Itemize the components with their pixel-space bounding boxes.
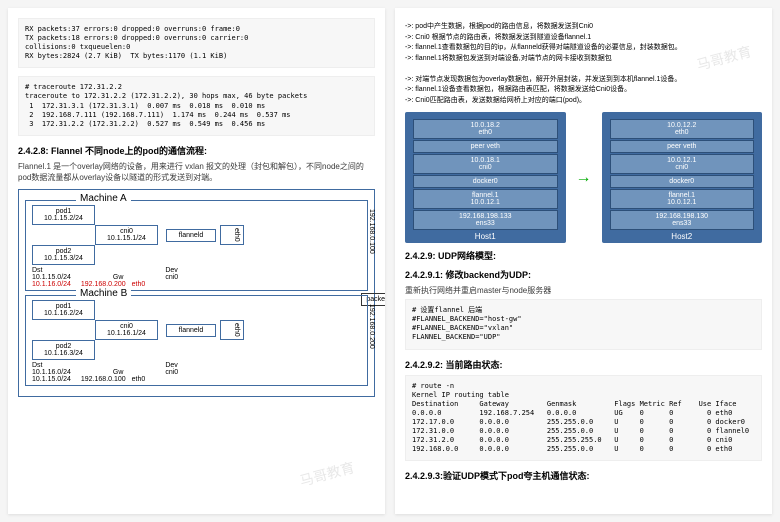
flanneld-a: flanneld xyxy=(166,229,216,242)
machine-diagram: Machine A 192.168.0.100 pod1 10.1.15.2/2… xyxy=(18,189,375,397)
eth0-b: eth0 xyxy=(220,320,244,340)
backend-code: # 设置flannel 后端 #FLANNEL_BACKEND="host-gw… xyxy=(405,299,762,349)
section-24292: 2.4.2.9.2: 当前路由状态: xyxy=(405,358,762,371)
machine-b: Machine B 192.168.0.200 pod1 10.1.16.2/2… xyxy=(25,295,368,386)
pod1-a: pod1 10.1.15.2/24 xyxy=(32,205,95,225)
dst2-b: 10.1.15.0/24 xyxy=(32,376,71,383)
page-left: RX packets:37 errors:0 dropped:0 overrun… xyxy=(8,8,385,514)
machine-a-title: Machine A xyxy=(76,193,131,204)
route-code: # route -n Kernel IP routing table Desti… xyxy=(405,375,762,462)
machine-a: Machine A 192.168.0.100 pod1 10.1.15.2/2… xyxy=(25,200,368,291)
dst-a: Dst 10.1.15.0/24 xyxy=(32,267,71,281)
flannel-desc: Flannel.1 是一个overlay网络的设备，用来进行 vxlan 报文的… xyxy=(18,161,375,183)
gw-b: Gw xyxy=(113,369,124,376)
gw2-b: 192.168.0.100 xyxy=(81,376,126,383)
pod2-b: pod2 10.1.16.3/24 xyxy=(32,340,95,360)
pod1-b: pod1 10.1.16.2/24 xyxy=(32,300,95,320)
gw2-a: 192.168.0.200 xyxy=(81,281,126,288)
eth0-a: eth0 xyxy=(220,225,244,245)
watermark: 马哥教育 xyxy=(297,457,356,491)
section-2429: 2.4.2.9: UDP网络模型: xyxy=(405,249,762,262)
host1: 10.0.18.2 eth0 peer veth 10.0.18.1 cni0 … xyxy=(405,112,566,243)
host2: 10.0.12.2 eth0 peer veth 10.0.12.1 cni0 … xyxy=(602,112,763,243)
restart-note: 重新执行网络并重启master与node服务器 xyxy=(405,285,762,296)
dst2-a: 10.1.16.0/24 xyxy=(32,281,71,288)
dev2-b: eth0 xyxy=(132,376,146,383)
page-right: ->: pod中产生数据，根据pod的路由信息，将数据发送到Cni0 ->: C… xyxy=(395,8,772,514)
machine-b-title: Machine B xyxy=(76,288,131,299)
section-24291: 2.4.2.9.1: 修改backend为UDP: xyxy=(405,268,762,281)
pod2-a: pod2 10.1.15.3/24 xyxy=(32,245,95,265)
arrow-icon: → xyxy=(576,169,592,187)
ip-a: 192.168.0.100 xyxy=(368,209,375,254)
dst-b: Dst 10.1.16.0/24 xyxy=(32,362,71,376)
ip-b: 192.168.0.200 xyxy=(368,304,375,349)
dev-b: Dev cni0 xyxy=(165,362,178,376)
host-diagram: 10.0.18.2 eth0 peer veth 10.0.18.1 cni0 … xyxy=(405,112,762,243)
section-2428: 2.4.2.8: Flannel 不同node上的pod的通信流程: xyxy=(18,144,375,157)
flow-bullets: ->: pod中产生数据，根据pod的路由信息，将数据发送到Cni0 ->: C… xyxy=(405,22,762,106)
rx-stats-code: RX packets:37 errors:0 dropped:0 overrun… xyxy=(18,18,375,68)
flanneld-b: flanneld xyxy=(166,324,216,337)
traceroute-code: # traceroute 172.31.2.2 traceroute to 17… xyxy=(18,76,375,135)
cni-b: cni0 10.1.16.1/24 xyxy=(95,320,158,340)
gw-a: Gw xyxy=(113,274,124,281)
dev-a: Dev cni0 xyxy=(165,267,178,281)
cni-a: cni0 10.1.15.1/24 xyxy=(95,225,158,245)
dev2-a: eth0 xyxy=(132,281,146,288)
section-24293: 2.4.2.9.3:验证UDP模式下pod夸主机通信状态: xyxy=(405,469,762,482)
